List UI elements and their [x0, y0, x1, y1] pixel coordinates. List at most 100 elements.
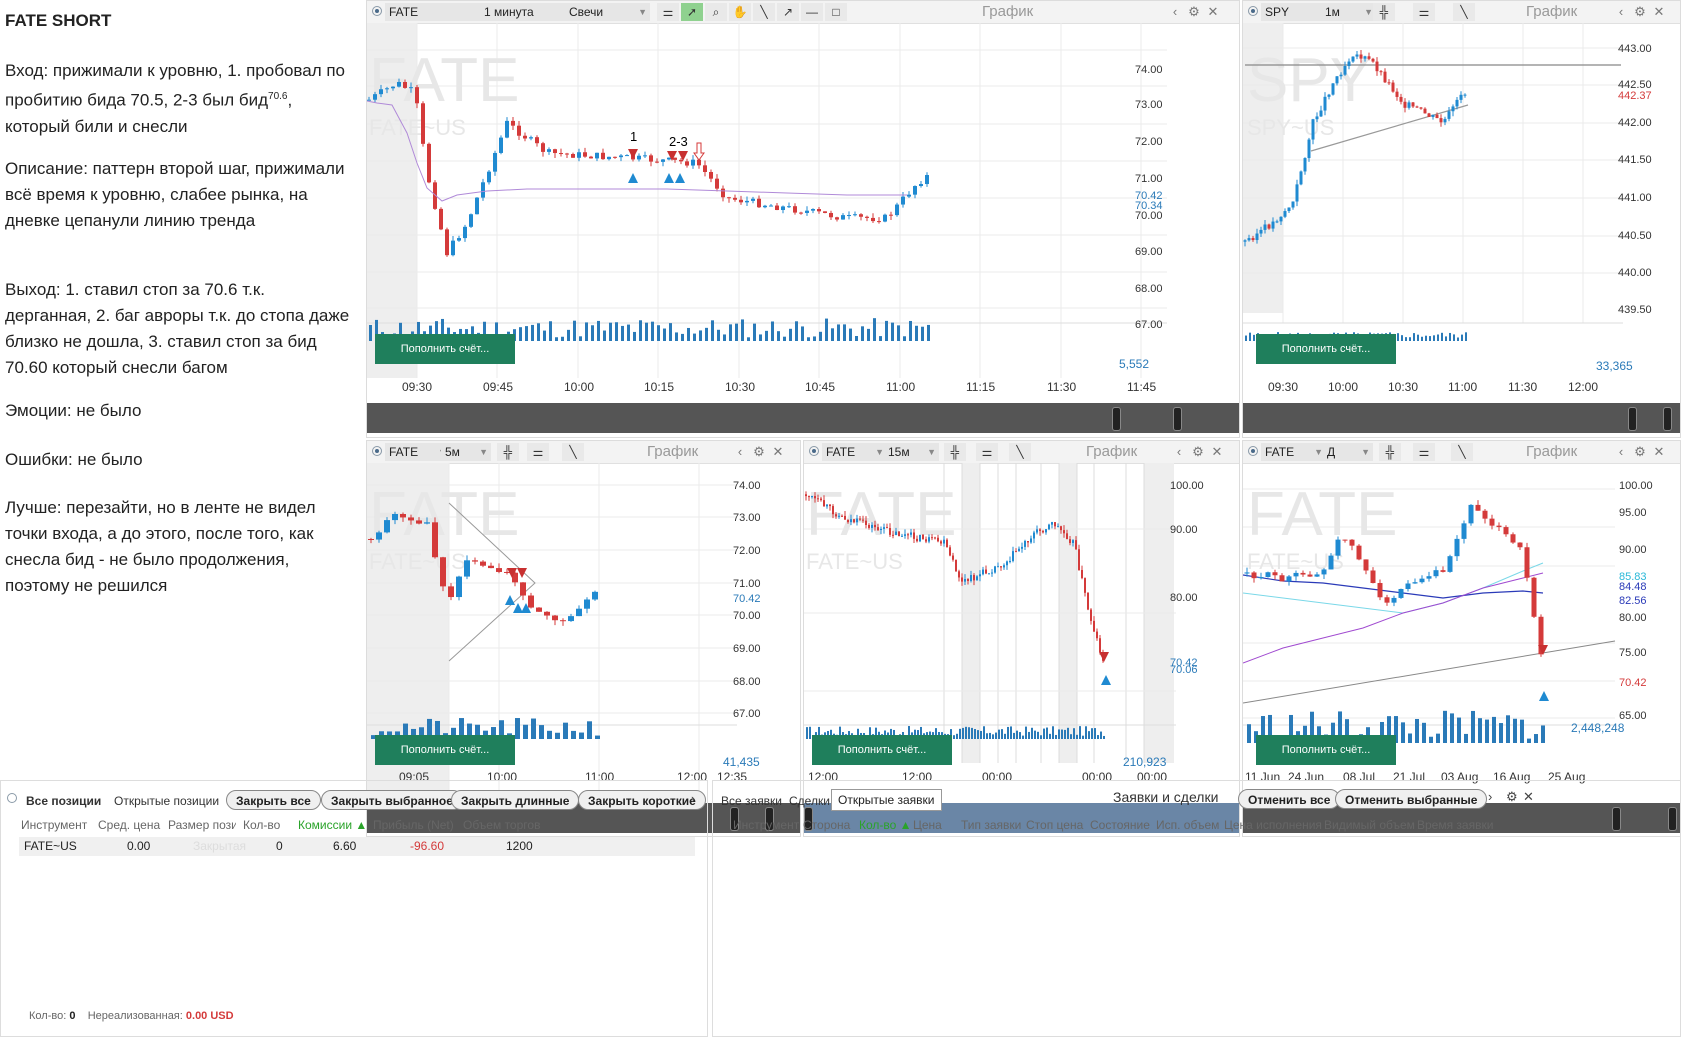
timeframe-select[interactable]: 1м ▼: [1321, 3, 1376, 21]
collapse-icon[interactable]: ‹: [1167, 1, 1183, 23]
line-tool-icon[interactable]: ╲: [753, 3, 775, 21]
indicators-icon[interactable]: ⚌: [1413, 3, 1435, 21]
panel-link-radio[interactable]: [809, 446, 819, 456]
chart-scrollbar[interactable]: [1243, 403, 1680, 433]
col-header-order-type[interactable]: Тип заявки: [961, 818, 1021, 832]
close-icon[interactable]: ✕: [1523, 789, 1534, 805]
ticker-select[interactable]: FATE▼: [1261, 443, 1326, 461]
settings-icon[interactable]: ⚙: [1632, 441, 1648, 463]
close-all-button[interactable]: Закрыть все: [226, 790, 321, 810]
collapse-icon[interactable]: ‹: [732, 441, 748, 463]
close-icon[interactable]: ✕: [770, 441, 786, 463]
col-header-instrument[interactable]: Инструмент: [21, 818, 87, 832]
candle-type-icon[interactable]: ╬: [497, 443, 519, 461]
settings-icon[interactable]: ⚙: [1632, 1, 1648, 23]
col-header-instrument[interactable]: Инструмент: [733, 818, 799, 832]
col-header-side[interactable]: Сторона: [803, 818, 850, 832]
settings-icon[interactable]: ⚙: [751, 441, 767, 463]
ticker-select[interactable]: FATE▼: [385, 3, 495, 21]
candle-type-icon[interactable]: ╬: [1373, 3, 1395, 21]
fund-account-button[interactable]: Пополнить счёт...: [1256, 735, 1396, 765]
timeframe-select[interactable]: 5м ▼: [441, 443, 491, 461]
col-header-stop-price[interactable]: Стоп цена: [1026, 818, 1083, 832]
col-header-size[interactable]: Размер пози: [168, 818, 236, 832]
collapse-icon[interactable]: ‹: [1171, 441, 1187, 463]
indicators-icon[interactable]: ⚌: [976, 443, 998, 461]
candle-type-icon[interactable]: ╬: [944, 443, 966, 461]
tab-open-orders[interactable]: Открытые заявки: [831, 789, 942, 811]
timeframe-select[interactable]: 15м ▼: [884, 443, 939, 461]
line-tool-icon[interactable]: ╲: [1009, 443, 1031, 461]
line-tool-icon[interactable]: ╲: [1453, 3, 1475, 21]
fund-account-button[interactable]: Пополнить счёт...: [375, 735, 515, 765]
collapse-icon[interactable]: ‹: [1613, 441, 1629, 463]
zoom-icon[interactable]: ⌕: [705, 3, 727, 21]
close-icon[interactable]: ✕: [1651, 441, 1667, 463]
col-header-state[interactable]: Состояние: [1090, 818, 1150, 832]
charttype-select[interactable]: Свечи ▼: [565, 3, 650, 21]
cursor-icon[interactable]: ➚: [681, 3, 703, 21]
more-icon[interactable]: ›: [691, 791, 695, 806]
panel-link-radio[interactable]: [372, 6, 382, 16]
close-icon[interactable]: ✕: [1205, 1, 1221, 23]
col-header-filled-volume[interactable]: Исп. объем: [1156, 818, 1219, 832]
rect-tool-icon[interactable]: □: [825, 3, 847, 21]
indicators-icon[interactable]: ⚌: [1413, 443, 1435, 461]
close-long-button[interactable]: Закрыть длинные: [451, 790, 580, 810]
arrow-tool-icon[interactable]: ↗: [777, 3, 799, 21]
indicators-icon[interactable]: ⚌: [527, 443, 549, 461]
fund-account-button[interactable]: Пополнить счёт...: [375, 334, 515, 364]
settings-icon[interactable]: ⚙: [1186, 1, 1202, 23]
col-header-visible-volume[interactable]: Видимый объем: [1324, 818, 1415, 832]
candle: [391, 86, 395, 89]
scroll-handle-right[interactable]: [1173, 407, 1182, 431]
volume-bar: [1055, 734, 1057, 739]
col-header-profit[interactable]: Прибыль (Net): [373, 818, 454, 832]
scroll-handle-left[interactable]: [1112, 407, 1121, 431]
scroll-handle-right[interactable]: [1663, 407, 1672, 431]
hline-tool-icon[interactable]: —: [801, 3, 823, 21]
volume-bar: [806, 727, 808, 739]
cancel-all-button[interactable]: Отменить все: [1238, 789, 1341, 809]
panel-link-radio[interactable]: [372, 446, 382, 456]
scroll-handle-left[interactable]: [1628, 407, 1637, 431]
col-header-fill-price[interactable]: Цена исполнения: [1224, 818, 1322, 832]
collapse-icon[interactable]: ‹: [1613, 1, 1629, 23]
col-header-price[interactable]: Цена: [913, 818, 942, 832]
panel-link-radio[interactable]: [1248, 6, 1258, 16]
settings-icon[interactable]: ⚙: [1190, 441, 1206, 463]
panel-link-radio[interactable]: [7, 793, 17, 803]
candle-type-icon[interactable]: ╬: [1379, 443, 1401, 461]
close-icon[interactable]: ✕: [1651, 1, 1667, 23]
candle: [667, 157, 671, 160]
col-header-order-time[interactable]: Время заявки: [1417, 818, 1493, 832]
tab-open-positions[interactable]: Открытые позиции: [114, 794, 219, 808]
candle: [481, 182, 485, 198]
fund-account-button[interactable]: Пополнить счёт...: [1256, 334, 1396, 364]
candle: [982, 569, 984, 575]
close-short-button[interactable]: Закрыть короткие: [578, 790, 706, 810]
cancel-selected-button[interactable]: Отменить выбранные: [1335, 789, 1488, 809]
chart-scrollbar[interactable]: [367, 403, 1239, 433]
indicators-icon[interactable]: ⚌: [657, 3, 679, 21]
line-tool-icon[interactable]: ╲: [562, 443, 584, 461]
panel-link-radio[interactable]: [1248, 446, 1258, 456]
table-row[interactable]: [19, 837, 695, 856]
more-icon[interactable]: ›: [1488, 789, 1492, 804]
col-header-volume[interactable]: Объем торгов: [463, 818, 540, 832]
col-header-qty[interactable]: Кол-во: [243, 818, 280, 832]
ticker-select[interactable]: FATE▼: [822, 443, 887, 461]
settings-icon[interactable]: ⚙: [1506, 789, 1518, 805]
col-header-qty[interactable]: Кол-во ▲: [859, 818, 912, 832]
fund-account-button[interactable]: Пополнить счёт...: [812, 735, 952, 765]
col-header-commission[interactable]: Комиссии ▲: [298, 818, 367, 832]
col-header-avg-price[interactable]: Сред. цена: [98, 818, 160, 832]
tab-all-orders[interactable]: Все заявки: [721, 794, 782, 808]
tab-trades[interactable]: Сделки: [789, 794, 830, 808]
close-icon[interactable]: ✕: [1209, 441, 1225, 463]
timeframe-select[interactable]: Д ▼: [1323, 443, 1373, 461]
line-tool-icon[interactable]: ╲: [1451, 443, 1473, 461]
tab-all-positions[interactable]: Все позиции: [26, 794, 101, 808]
hand-icon[interactable]: ✋: [729, 3, 751, 21]
close-selected-button[interactable]: Закрыть выбранное: [321, 790, 463, 810]
